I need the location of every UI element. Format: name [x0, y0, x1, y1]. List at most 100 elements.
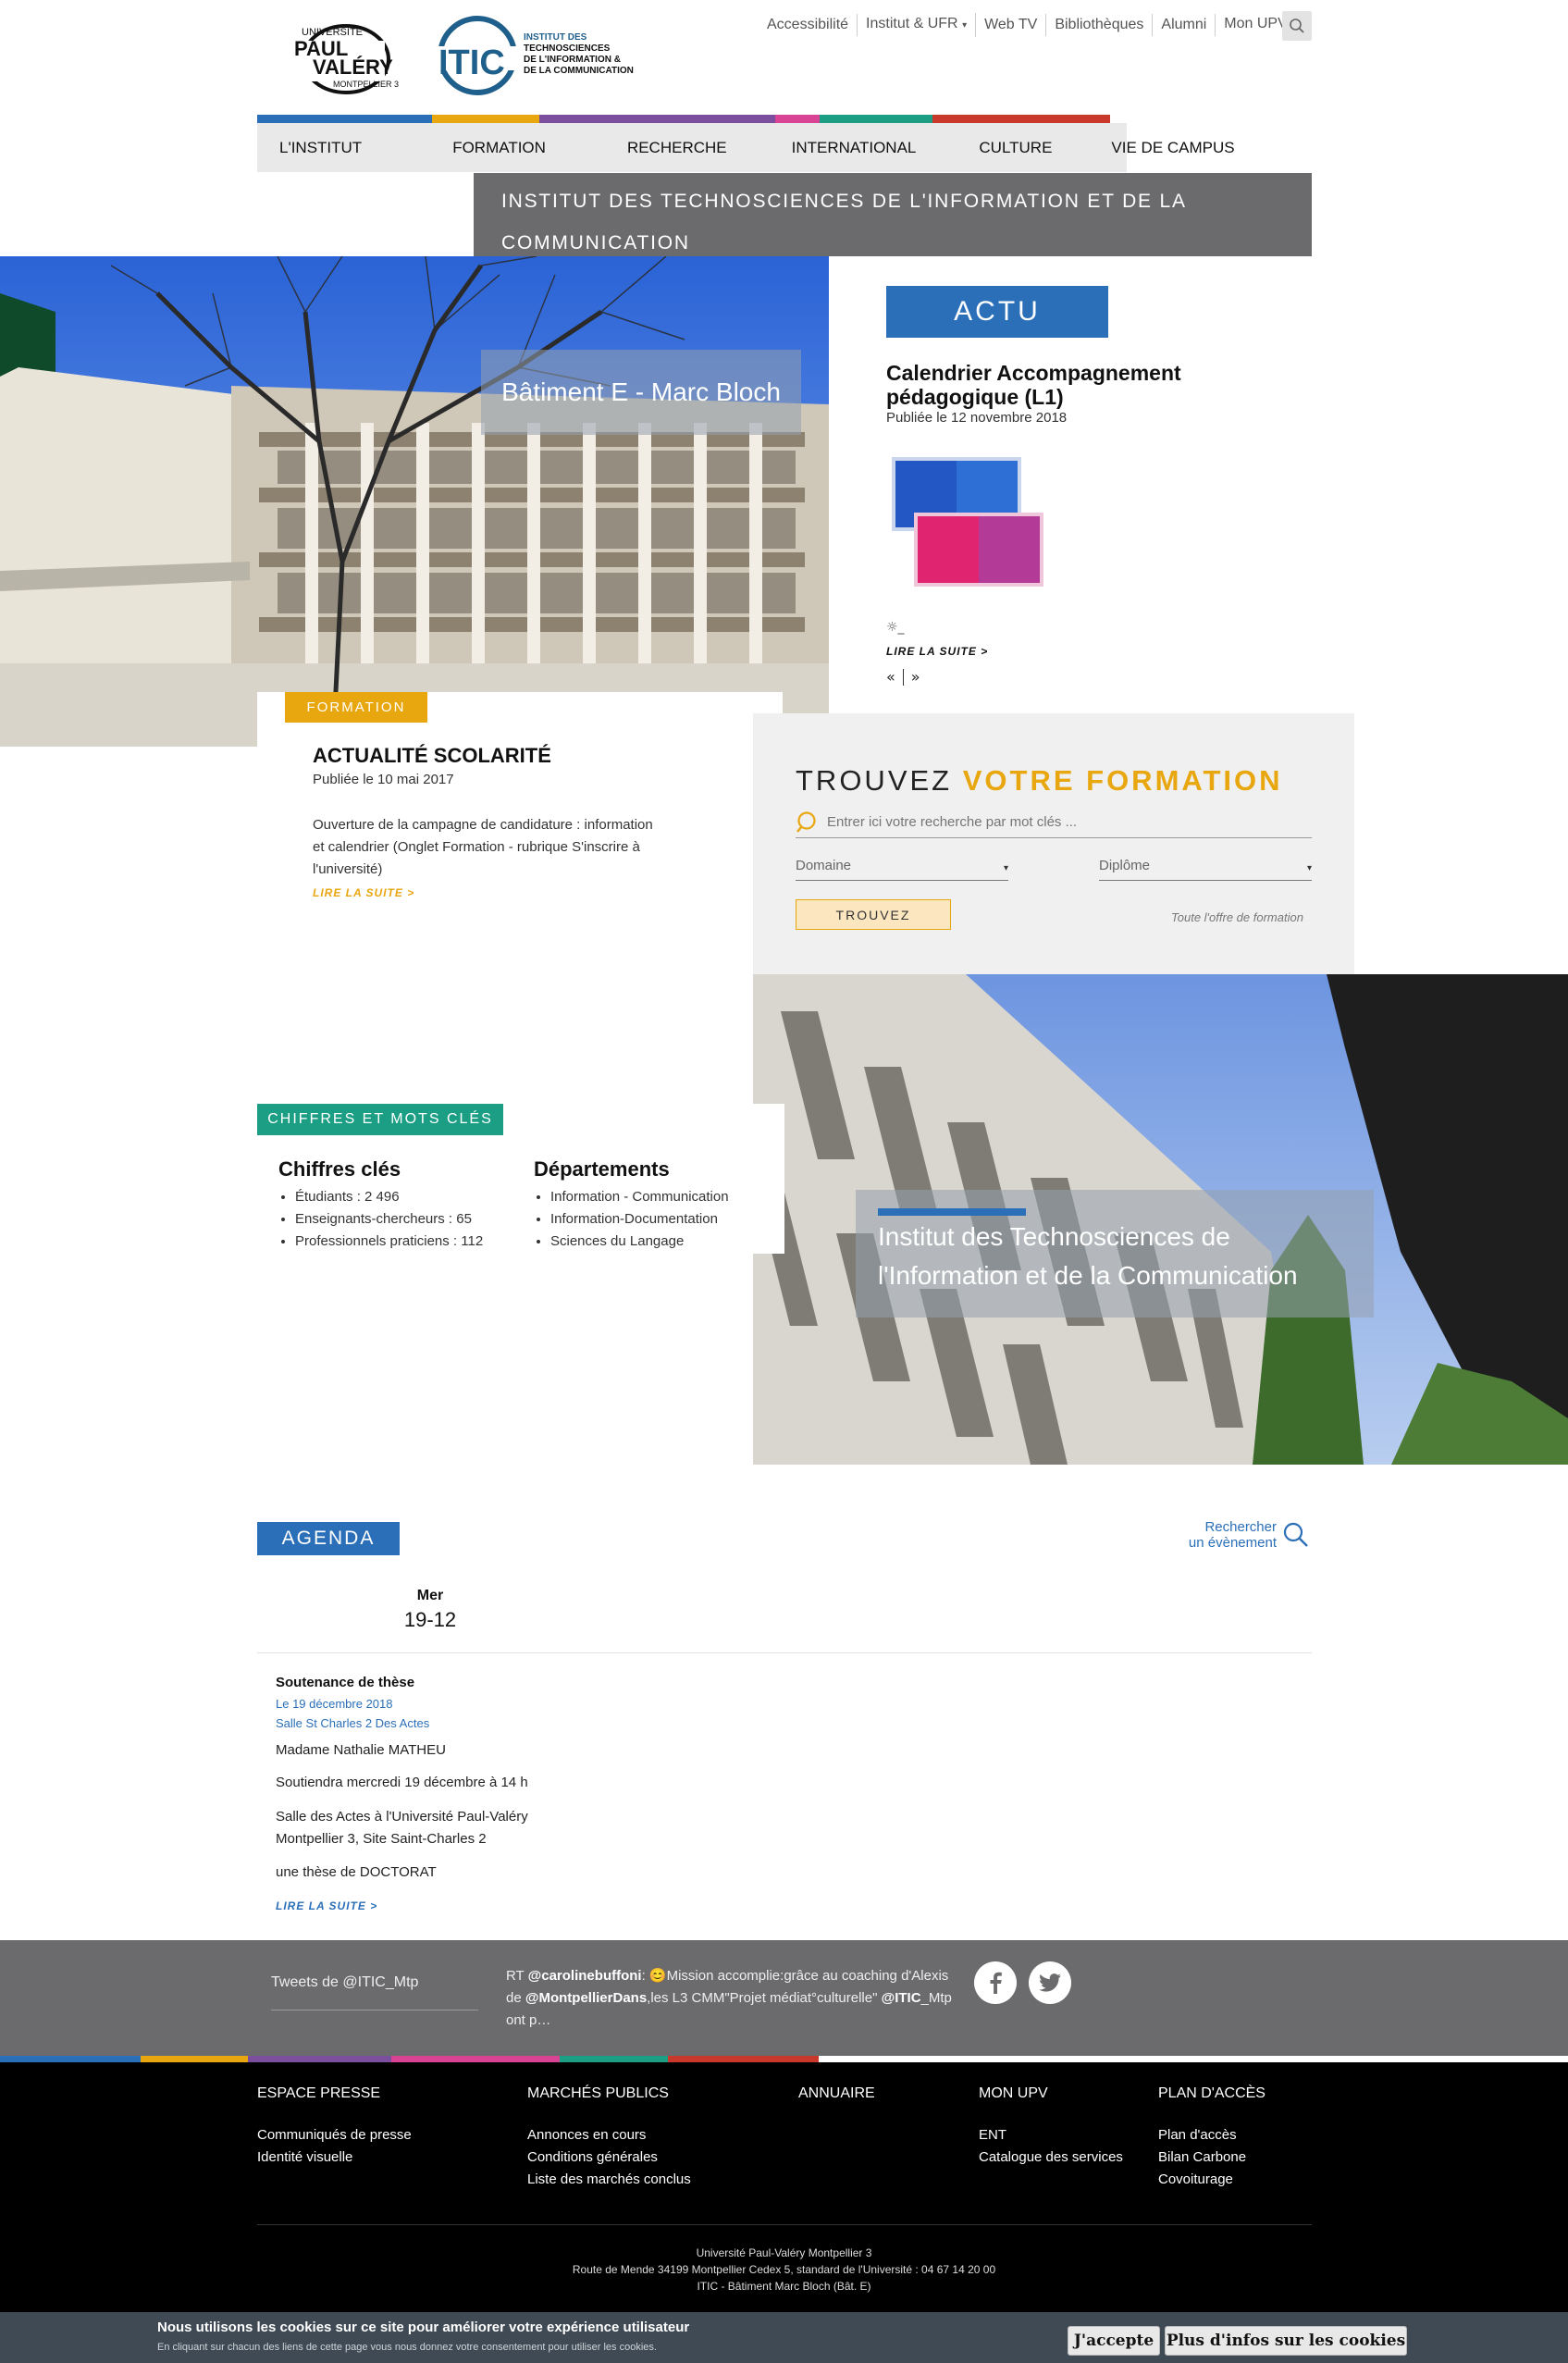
actu-read-more-link[interactable]: LIRE LA SUITE > [886, 645, 988, 658]
photo2-caption: Institut des Technosciences de l'Informa… [856, 1190, 1374, 1318]
caret-down-icon: ▾ [1306, 863, 1312, 873]
event-paragraph: Madame Nathalie MATHEU [276, 1742, 446, 1758]
event-place: Salle St Charles 2 Des Actes [276, 1716, 430, 1730]
search-icon [796, 810, 816, 833]
utility-nav: Accessibilité Institut & UFR ▾ Web TV Bi… [759, 13, 1304, 37]
event-title[interactable]: Soutenance de thèse [276, 1675, 414, 1690]
itic-logo-mark: ITIC [438, 43, 505, 82]
utility-link-alumni[interactable]: Alumni [1153, 14, 1216, 36]
footer-link[interactable]: Plan d'accès [1158, 2124, 1266, 2146]
find-program-title: TROUVEZ VOTRE FORMATION [796, 764, 1283, 798]
color-segment [141, 2056, 248, 2062]
event-date: Le 19 décembre 2018 [276, 1697, 393, 1711]
tweets-label[interactable]: Tweets de @ITIC_Mtp [271, 1974, 418, 1991]
color-segment [539, 115, 775, 123]
footer-col-title[interactable]: PLAN D'ACCÈS [1158, 2085, 1266, 2102]
tweet-handle[interactable]: @ITIC [882, 1990, 921, 2006]
color-segment [432, 115, 539, 123]
agenda-day-name: Mer [416, 1588, 444, 1603]
color-segment [775, 115, 820, 123]
footer-col-title[interactable]: ANNUAIRE [798, 2085, 875, 2102]
tweet-handle[interactable]: @carolinebuffoni [528, 1968, 642, 1984]
agenda-day-number[interactable]: 19-12 [389, 1608, 472, 1632]
brand-color-bar [257, 115, 1110, 123]
footer-link[interactable]: Liste des marchés conclus [527, 2169, 691, 2191]
footer-link[interactable]: Catalogue des services [979, 2146, 1123, 2169]
utility-link-institut-ufr[interactable]: Institut & UFR ▾ [858, 13, 977, 37]
all-programs-link[interactable]: Toute l'offre de formation [1171, 910, 1303, 924]
cookie-accept-button[interactable]: J'accepte [1068, 2326, 1160, 2356]
color-segment [257, 115, 432, 123]
color-segment [0, 2056, 141, 2062]
upv-logo-line3: VALÉRY [313, 56, 393, 79]
search-event-line1: Rechercher [1204, 1519, 1277, 1535]
footer-link[interactable]: Annonces en cours [527, 2124, 691, 2146]
utility-link-bibliotheques[interactable]: Bibliothèques [1046, 14, 1154, 36]
utility-link-webtv[interactable]: Web TV [976, 14, 1047, 36]
actu-badge: ACTU [886, 286, 1108, 338]
footer-link[interactable]: ENT [979, 2124, 1123, 2146]
tweet-text: RT @carolinebuffoni: 😊Mission accomplie:… [506, 1965, 956, 2032]
nav-item-recherche[interactable]: RECHERCHE [627, 139, 727, 157]
itic-logo[interactable]: ITIC INSTITUT DES TECHNOSCIENCES DE L'IN… [435, 13, 657, 98]
footer-link[interactable]: Conditions générales [527, 2146, 691, 2169]
footer-col-title[interactable]: MON UPV [979, 2085, 1123, 2102]
domaine-select-label: Domaine [796, 858, 852, 873]
actu-thumbnail[interactable] [886, 452, 1045, 600]
actu-title[interactable]: Calendrier Accompagnement pédagogique (L… [886, 361, 1312, 409]
diplome-select[interactable]: Diplôme ▾ [1099, 851, 1312, 881]
footer-col-presse: ESPACE PRESSE Communiqués de presse Iden… [257, 2085, 412, 2169]
find-program-button[interactable]: TROUVEZ [796, 899, 951, 930]
footer-address-line: Université Paul-Valéry Montpellier 3 [696, 2246, 872, 2259]
footer-link[interactable]: Bilan Carbone [1158, 2146, 1266, 2169]
nav-item-institut[interactable]: L'INSTITUT [279, 139, 362, 157]
institute-title: INSTITUT DES TECHNOSCIENCES DE L'INFORMA… [474, 173, 1312, 256]
caret-down-icon: ▾ [962, 20, 968, 31]
formation-news-title[interactable]: ACTUALITÉ SCOLARITÉ [313, 744, 551, 768]
event-paragraph: Soutiendra mercredi 19 décembre à 14 h [276, 1775, 528, 1790]
footer-color-bar [0, 2056, 819, 2062]
search-event-line2: un évènement [1188, 1535, 1277, 1551]
next-arrow-icon[interactable]: » [911, 668, 920, 686]
nav-item-culture[interactable]: CULTURE [979, 139, 1052, 157]
list-item: Information - Communication [550, 1186, 729, 1208]
hero-photo-batiment-e [0, 256, 829, 747]
nav-item-international[interactable]: INTERNATIONAL [792, 139, 917, 157]
find-program-title-part2: VOTRE FORMATION [962, 764, 1283, 797]
tweet-handle[interactable]: @MontpellierDans [525, 1990, 647, 2006]
hero-caption: Bâtiment E - Marc Bloch [481, 350, 801, 435]
list-item: Étudiants : 2 496 [295, 1186, 483, 1208]
facebook-link[interactable] [974, 1961, 1017, 2004]
footer-col-title[interactable]: MARCHÉS PUBLICS [527, 2085, 691, 2102]
diplome-select-label: Diplôme [1099, 858, 1151, 873]
footer-link[interactable]: Communiqués de presse [257, 2124, 412, 2146]
cookie-more-info-button[interactable]: Plus d'infos sur les cookies [1165, 2326, 1407, 2356]
formation-news-read-more[interactable]: LIRE LA SUITE > [313, 886, 414, 899]
footer-link[interactable]: Identité visuelle [257, 2146, 412, 2169]
header-search-button[interactable] [1282, 11, 1312, 41]
footer-col-title[interactable]: ESPACE PRESSE [257, 2085, 412, 2102]
footer-col-annuaire: ANNUAIRE [798, 2085, 875, 2124]
program-search-input[interactable] [827, 814, 1308, 830]
footer-divider [257, 2224, 1312, 2225]
search-icon [1290, 19, 1304, 33]
utility-link-accessibilite[interactable]: Accessibilité [759, 14, 858, 36]
search-event-link[interactable]: Rechercher un évènement [1184, 1519, 1277, 1551]
domaine-select[interactable]: Domaine ▾ [796, 851, 1008, 881]
footer-link[interactable]: Covoiturage [1158, 2169, 1266, 2191]
search-icon[interactable] [1282, 1521, 1310, 1549]
upv-logo[interactable]: UNIVERSITÉ PAUL VALÉRY MONTPELLIER 3 [289, 13, 407, 98]
nav-item-formation[interactable]: FORMATION [452, 139, 546, 157]
key-figures-title: Chiffres clés [278, 1157, 401, 1181]
key-figures-badge: CHIFFRES ET MOTS CLÉS [257, 1104, 503, 1135]
list-item: Sciences du Langage [550, 1231, 729, 1253]
twitter-link[interactable] [1029, 1961, 1071, 2004]
color-segment [1082, 115, 1110, 123]
prev-arrow-icon[interactable]: « [886, 668, 895, 686]
tweet-rt: RT [506, 1968, 528, 1984]
event-read-more-link[interactable]: LIRE LA SUITE > [276, 1899, 377, 1912]
nav-item-vie-de-campus[interactable]: VIE DE CAMPUS [1111, 139, 1234, 157]
utility-link-label: Mon UPV [1224, 16, 1288, 31]
departments-list: Information - Communication Information-… [534, 1186, 729, 1253]
pager-divider [902, 668, 904, 686]
